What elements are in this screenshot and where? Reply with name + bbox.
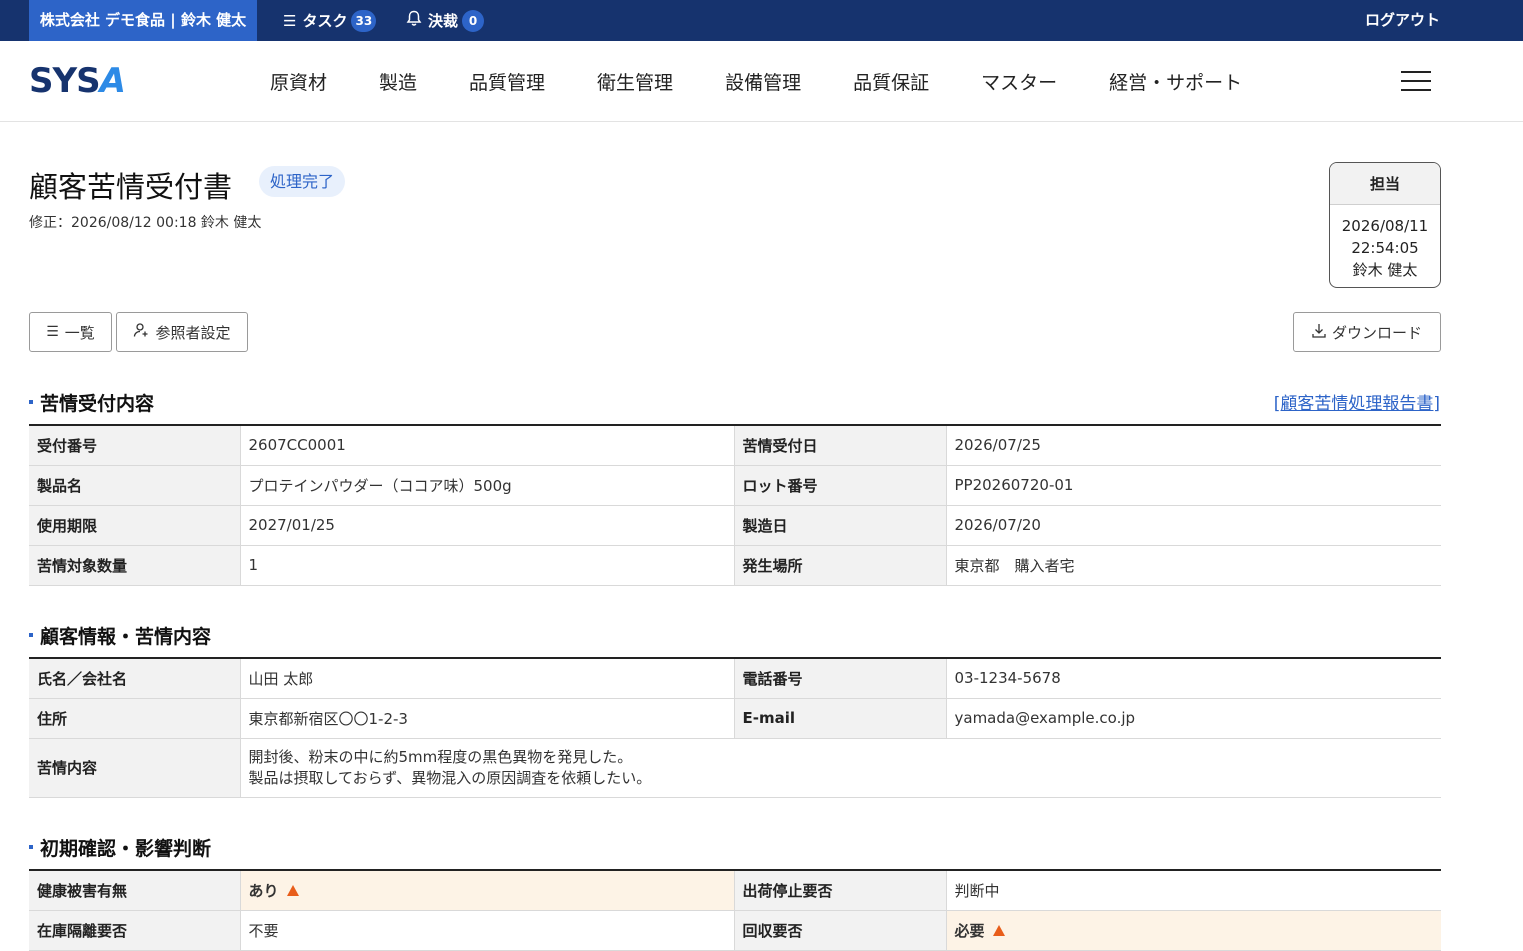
field-label: ロット番号 [734,465,947,506]
field-label: 氏名／会社名 [29,658,241,699]
health-damage-value: あり [248,881,279,900]
main-nav: 原資材 製造 品質管理 衛生管理 設備管理 品質保証 マスター 経営・サポート [270,41,1294,122]
complaint-table: 受付番号 2607CC0001 苦情受付日 2026/07/25 製品名 プロテ… [29,424,1441,586]
list-icon: ☰ [283,11,297,30]
viewers-button[interactable]: 参照者設定 [116,312,248,352]
status-badge: 処理完了 [259,166,346,197]
field-label: 製造日 [734,505,947,546]
field-label: 製品名 [29,465,241,506]
complaint-content: 開封後、粉末の中に約5mm程度の黒色異物を発見した。 製品は摂取しておらず、異物… [240,738,1441,798]
modified-info: 修正：2026/08/12 00:18 鈴木 健太 [29,215,262,231]
field-value: 不要 [240,910,735,951]
nav-quality-assurance[interactable]: 品質保証 [853,68,929,95]
field-value-warning: あり [240,870,735,911]
approvals-count-badge: 0 [462,9,485,32]
warning-icon [286,884,299,896]
section-title-initial: 初期確認・影響判断 [29,834,211,861]
list-button[interactable]: ☰ 一覧 [29,312,112,352]
initial-check-table: 健康被害有無 あり 出荷停止要否 判断中 在庫隔離要否 不要 回収要否 必要 [29,869,1441,951]
page-title: 顧客苦情受付書 [29,170,233,204]
assignee-header: 担当 [1330,163,1440,205]
field-value: 2027/01/25 [240,505,735,546]
field-value: 2026/07/25 [946,425,1441,466]
field-value: 東京都新宿区〇〇1-2-3 [240,698,735,739]
field-label: 住所 [29,698,241,739]
download-button[interactable]: ダウンロード [1293,312,1441,352]
nav-master[interactable]: マスター [981,68,1057,95]
report-link[interactable]: [顧客苦情処理報告書] [1274,389,1440,414]
approvals-label: 決裁 [428,12,459,30]
field-value: 判断中 [946,870,1441,911]
field-label: E-mail [734,698,947,739]
customer-table: 氏名／会社名 山田 太郎 電話番号 03-1234-5678 住所 東京都新宿区… [29,657,1441,798]
section-title-customer: 顧客情報・苦情内容 [29,622,211,649]
field-value-warning: 必要 [946,910,1441,951]
warning-icon [992,924,1005,936]
recall-value: 必要 [954,921,985,940]
nav-equipment[interactable]: 設備管理 [725,68,801,95]
field-label: 出荷停止要否 [734,870,947,911]
list-button-label: 一覧 [64,323,95,342]
table-row: 製品名 プロテインパウダー（ココア味）500g ロット番号 PP20260720… [29,465,1441,506]
table-row: 健康被害有無 あり 出荷停止要否 判断中 [29,870,1441,911]
field-value: 東京都 購入者宅 [946,545,1441,586]
field-label: 苦情内容 [29,738,241,798]
assignee-name: 鈴木 健太 [1352,261,1418,279]
approvals-link[interactable]: 決裁 0 [406,0,485,41]
field-label: 苦情対象数量 [29,545,241,586]
section-title-complaint: 苦情受付内容 [29,389,154,416]
table-row: 苦情内容 開封後、粉末の中に約5mm程度の黒色異物を発見した。 製品は摂取してお… [29,738,1441,798]
table-row: 受付番号 2607CC0001 苦情受付日 2026/07/25 [29,425,1441,466]
nav-manufacturing[interactable]: 製造 [379,68,417,95]
field-label: 電話番号 [734,658,947,699]
field-value: 2607CC0001 [240,425,735,466]
bell-icon [406,10,422,31]
company-user-label[interactable]: 株式会社 デモ食品 | 鈴木 健太 [29,0,257,41]
viewers-button-label: 参照者設定 [155,323,231,342]
tasks-link[interactable]: ☰ タスク 33 [283,0,377,41]
nav-raw-materials[interactable]: 原資材 [270,68,327,95]
field-value: 山田 太郎 [240,658,735,699]
nav-management-support[interactable]: 経営・サポート [1109,68,1242,95]
assignee-box: 担当 2026/08/11 22:54:05 鈴木 健太 [1329,162,1441,288]
download-button-label: ダウンロード [1331,323,1422,342]
field-label: 使用期限 [29,505,241,546]
field-label: 発生場所 [734,545,947,586]
list-icon: ☰ [46,324,59,340]
table-row: 在庫隔離要否 不要 回収要否 必要 [29,910,1441,951]
field-value: 1 [240,545,735,586]
complaint-content-line: 開封後、粉末の中に約5mm程度の黒色異物を発見した。 [248,747,633,766]
email-link[interactable]: yamada@example.co.jp [946,698,1441,739]
assignee-date: 2026/08/11 [1341,217,1429,235]
field-label: 在庫隔離要否 [29,910,241,951]
main-header: SYSA 原資材 製造 品質管理 衛生管理 設備管理 品質保証 マスター 経営・… [0,41,1523,122]
logo-text: SYS [29,61,101,101]
tasks-label: タスク [302,12,348,30]
table-row: 住所 東京都新宿区〇〇1-2-3 E-mail yamada@example.c… [29,698,1441,739]
table-row: 使用期限 2027/01/25 製造日 2026/07/20 [29,505,1441,546]
field-value: 2026/07/20 [946,505,1441,546]
download-icon [1312,323,1326,342]
field-label: 健康被害有無 [29,870,241,911]
nav-hygiene[interactable]: 衛生管理 [597,68,673,95]
complaint-content-line: 製品は摂取しておらず、異物混入の原因調査を依頼したい。 [248,768,652,787]
logout-button[interactable]: ログアウト [1365,0,1440,41]
hamburger-icon[interactable] [1401,71,1431,91]
tasks-count-badge: 33 [351,9,377,32]
table-row: 苦情対象数量 1 発生場所 東京都 購入者宅 [29,545,1441,586]
field-value: 03-1234-5678 [946,658,1441,699]
user-add-icon [133,322,149,342]
nav-quality-control[interactable]: 品質管理 [469,68,545,95]
field-value: プロテインパウダー（ココア味）500g [240,465,735,506]
assignee-time: 22:54:05 [1351,239,1419,257]
top-bar: 株式会社 デモ食品 | 鈴木 健太 ☰ タスク 33 決裁 0 ログアウト [0,0,1523,41]
sysa-logo[interactable]: SYSA [29,61,126,101]
field-label: 受付番号 [29,425,241,466]
field-value: PP20260720-01 [946,465,1441,506]
table-row: 氏名／会社名 山田 太郎 電話番号 03-1234-5678 [29,658,1441,699]
logo-text-accent: A [99,61,126,101]
field-label: 苦情受付日 [734,425,947,466]
field-label: 回収要否 [734,910,947,951]
